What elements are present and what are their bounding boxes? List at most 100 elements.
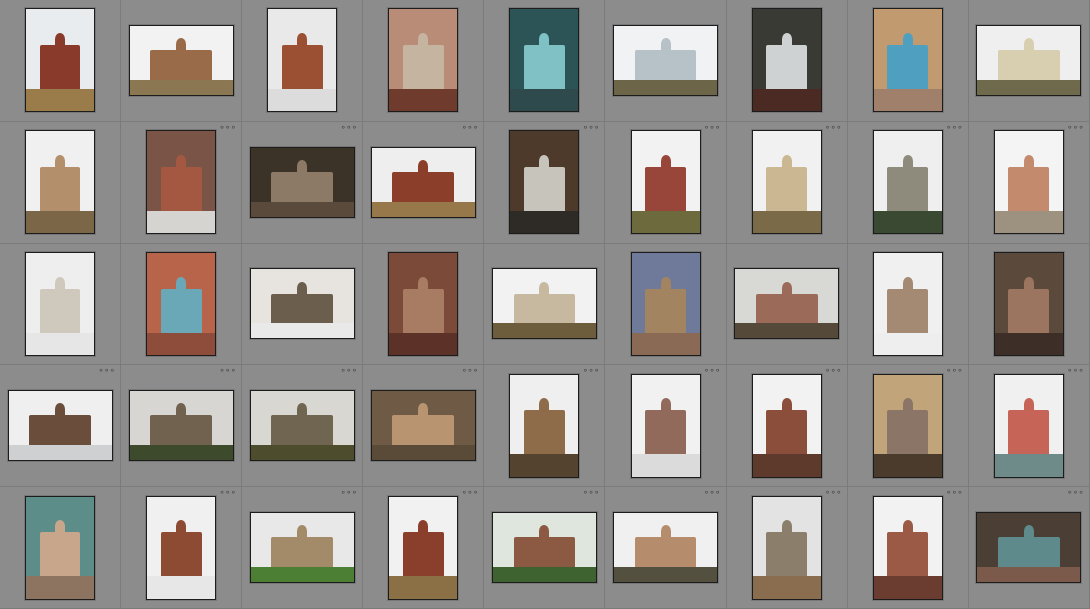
- photo-thumbnail-landscape[interactable]: [613, 24, 719, 96]
- more-options-icon[interactable]: ∘∘∘: [340, 367, 357, 376]
- grid-cell[interactable]: [0, 0, 122, 122]
- more-options-icon[interactable]: ∘∘∘: [946, 489, 963, 498]
- photo-thumbnail-portrait[interactable]: [872, 373, 943, 478]
- photo-thumbnail-portrait[interactable]: [267, 8, 338, 113]
- grid-cell[interactable]: ∘∘∘: [968, 121, 1090, 244]
- more-options-icon[interactable]: ∘∘∘: [461, 367, 478, 376]
- photo-thumbnail-landscape[interactable]: [370, 390, 476, 462]
- more-options-icon[interactable]: ∘∘∘: [219, 367, 236, 376]
- photo-thumbnail-landscape[interactable]: [128, 24, 234, 96]
- photo-thumbnail-portrait[interactable]: [993, 130, 1064, 235]
- photo-thumbnail-portrait[interactable]: [751, 8, 822, 113]
- photo-thumbnail-portrait[interactable]: [146, 130, 217, 235]
- more-options-icon[interactable]: ∘∘∘: [461, 123, 478, 132]
- grid-cell[interactable]: [121, 243, 243, 366]
- grid-cell[interactable]: ∘∘∘: [968, 365, 1090, 488]
- photo-thumbnail-portrait[interactable]: [872, 251, 943, 356]
- photo-thumbnail-landscape[interactable]: [249, 512, 355, 584]
- grid-cell[interactable]: ∘∘∘: [847, 365, 969, 488]
- grid-cell[interactable]: [847, 243, 969, 366]
- grid-cell[interactable]: [605, 243, 727, 366]
- photo-thumbnail-portrait[interactable]: [751, 495, 822, 600]
- more-options-icon[interactable]: ∘∘∘: [583, 123, 600, 132]
- grid-cell[interactable]: [121, 0, 243, 122]
- more-options-icon[interactable]: ∘∘∘: [1067, 123, 1084, 132]
- grid-cell[interactable]: [0, 487, 122, 609]
- photo-thumbnail-landscape[interactable]: [976, 512, 1082, 584]
- grid-cell[interactable]: [484, 243, 606, 366]
- photo-thumbnail-landscape[interactable]: [249, 268, 355, 340]
- more-options-icon[interactable]: ∘∘∘: [583, 367, 600, 376]
- photo-thumbnail-landscape[interactable]: [249, 146, 355, 218]
- grid-cell[interactable]: [0, 243, 122, 366]
- photo-thumbnail-portrait[interactable]: [993, 373, 1064, 478]
- grid-cell[interactable]: [484, 0, 606, 122]
- photo-thumbnail-portrait[interactable]: [146, 251, 217, 356]
- photo-thumbnail-landscape[interactable]: [734, 268, 840, 340]
- grid-cell[interactable]: [968, 243, 1090, 366]
- photo-thumbnail-landscape[interactable]: [128, 390, 234, 462]
- photo-thumbnail-landscape[interactable]: [491, 268, 597, 340]
- photo-thumbnail-landscape[interactable]: [491, 512, 597, 584]
- more-options-icon[interactable]: ∘∘∘: [946, 367, 963, 376]
- grid-cell[interactable]: [0, 121, 122, 244]
- grid-cell[interactable]: [605, 0, 727, 122]
- more-options-icon[interactable]: ∘∘∘: [98, 367, 115, 376]
- grid-cell[interactable]: ∘∘∘: [968, 487, 1090, 609]
- photo-thumbnail-portrait[interactable]: [993, 251, 1064, 356]
- more-options-icon[interactable]: ∘∘∘: [219, 489, 236, 498]
- photo-thumbnail-landscape[interactable]: [249, 390, 355, 462]
- grid-cell[interactable]: [847, 0, 969, 122]
- more-options-icon[interactable]: ∘∘∘: [704, 123, 721, 132]
- more-options-icon[interactable]: ∘∘∘: [1067, 367, 1084, 376]
- grid-cell[interactable]: ∘∘∘: [121, 121, 243, 244]
- photo-thumbnail-portrait[interactable]: [630, 251, 701, 356]
- grid-cell[interactable]: [363, 0, 485, 122]
- grid-cell[interactable]: ∘∘∘: [847, 487, 969, 609]
- photo-thumbnail-portrait[interactable]: [25, 251, 96, 356]
- grid-cell[interactable]: [363, 243, 485, 366]
- photo-thumbnail-landscape[interactable]: [976, 24, 1082, 96]
- grid-cell[interactable]: ∘∘∘: [121, 487, 243, 609]
- more-options-icon[interactable]: ∘∘∘: [704, 367, 721, 376]
- more-options-icon[interactable]: ∘∘∘: [340, 123, 357, 132]
- grid-cell[interactable]: ∘∘∘: [0, 365, 122, 488]
- more-options-icon[interactable]: ∘∘∘: [219, 123, 236, 132]
- grid-cell[interactable]: [968, 0, 1090, 122]
- grid-cell[interactable]: ∘∘∘: [121, 365, 243, 488]
- more-options-icon[interactable]: ∘∘∘: [825, 123, 842, 132]
- grid-cell[interactable]: ∘∘∘: [726, 365, 848, 488]
- photo-thumbnail-portrait[interactable]: [25, 130, 96, 235]
- photo-thumbnail-portrait[interactable]: [388, 495, 459, 600]
- photo-thumbnail-landscape[interactable]: [370, 146, 476, 218]
- photo-thumbnail-landscape[interactable]: [613, 512, 719, 584]
- grid-cell[interactable]: [242, 0, 364, 122]
- grid-cell[interactable]: ∘∘∘: [363, 487, 485, 609]
- grid-cell[interactable]: ∘∘∘: [242, 121, 364, 244]
- photo-thumbnail-portrait[interactable]: [872, 130, 943, 235]
- grid-cell[interactable]: ∘∘∘: [726, 487, 848, 609]
- photo-thumbnail-portrait[interactable]: [509, 130, 580, 235]
- photo-thumbnail-portrait[interactable]: [25, 8, 96, 113]
- grid-cell[interactable]: ∘∘∘: [605, 121, 727, 244]
- more-options-icon[interactable]: ∘∘∘: [1067, 489, 1084, 498]
- photo-thumbnail-landscape[interactable]: [7, 390, 113, 462]
- more-options-icon[interactable]: ∘∘∘: [946, 123, 963, 132]
- photo-thumbnail-portrait[interactable]: [872, 8, 943, 113]
- photo-thumbnail-portrait[interactable]: [751, 373, 822, 478]
- more-options-icon[interactable]: ∘∘∘: [704, 489, 721, 498]
- photo-thumbnail-portrait[interactable]: [509, 373, 580, 478]
- grid-cell[interactable]: ∘∘∘: [363, 365, 485, 488]
- photo-thumbnail-portrait[interactable]: [25, 495, 96, 600]
- grid-cell[interactable]: ∘∘∘: [605, 365, 727, 488]
- photo-thumbnail-portrait[interactable]: [751, 130, 822, 235]
- photo-thumbnail-portrait[interactable]: [872, 495, 943, 600]
- grid-cell[interactable]: ∘∘∘: [242, 487, 364, 609]
- more-options-icon[interactable]: ∘∘∘: [825, 489, 842, 498]
- photo-thumbnail-portrait[interactable]: [509, 8, 580, 113]
- more-options-icon[interactable]: ∘∘∘: [340, 489, 357, 498]
- more-options-icon[interactable]: ∘∘∘: [825, 367, 842, 376]
- grid-cell[interactable]: ∘∘∘: [484, 365, 606, 488]
- more-options-icon[interactable]: ∘∘∘: [461, 489, 478, 498]
- grid-cell[interactable]: ∘∘∘: [484, 487, 606, 609]
